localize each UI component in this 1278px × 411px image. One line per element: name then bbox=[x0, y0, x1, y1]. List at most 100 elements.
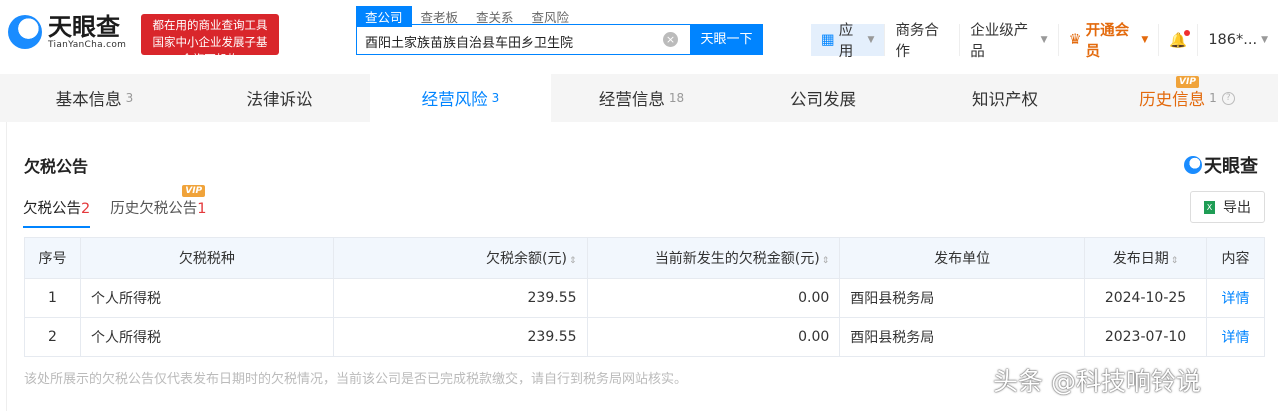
crown-icon: ♛ bbox=[1068, 32, 1082, 48]
user-menu[interactable]: 186*... ▼ bbox=[1198, 24, 1278, 56]
tab-label: 基本信息 bbox=[55, 90, 122, 109]
subtab-label: 历史欠税公告 bbox=[110, 201, 198, 217]
cell-new-amount: 0.00 bbox=[586, 317, 841, 357]
apps-label: 应用 bbox=[838, 23, 854, 60]
vip-badge: VIP bbox=[1176, 76, 1199, 88]
tab-ip[interactable]: 知识产权 bbox=[914, 74, 1096, 122]
cell-new-amount: 0.00 bbox=[586, 278, 841, 318]
col-publisher: 发布单位 bbox=[839, 237, 1086, 279]
tab-history[interactable]: VIP 历史信息 1? bbox=[1096, 74, 1278, 122]
caret-down-icon: ▼ bbox=[867, 35, 875, 45]
subtab-count: 1 bbox=[197, 201, 207, 217]
col-new-amount[interactable]: 当前新发生的欠税金额(元) ⇕ bbox=[586, 237, 841, 279]
business-link[interactable]: 商务合作 bbox=[885, 23, 961, 60]
tab-count: 1 bbox=[1209, 91, 1217, 105]
tab-label: 经营风险 bbox=[421, 90, 488, 109]
tab-count: 18 bbox=[668, 91, 685, 105]
sort-icon: ⇕ bbox=[1170, 256, 1179, 266]
disclaimer-note: 该处所展示的欠税公告仅代表发布日期时的欠税情况，当前该公司是否已完成税款缴交，请… bbox=[24, 372, 688, 387]
col-label: 欠税余额(元) bbox=[486, 251, 567, 267]
grid-icon: ▦ bbox=[821, 32, 835, 48]
tab-business-info[interactable]: 经营信息 18 bbox=[551, 74, 732, 122]
tab-legal[interactable]: 法律诉讼 bbox=[189, 74, 370, 122]
cell-tax-type: 个人所得税 bbox=[79, 317, 334, 357]
col-balance[interactable]: 欠税余额(元) ⇕ bbox=[332, 237, 588, 279]
cell-publisher: 酉阳县税务局 bbox=[839, 278, 1086, 318]
col-label: 当前新发生的欠税金额(元) bbox=[654, 251, 820, 267]
tab-count: 3 bbox=[491, 91, 500, 105]
caret-down-icon: ▼ bbox=[1261, 35, 1268, 45]
cell-date: 2023-07-10 bbox=[1084, 317, 1207, 357]
tab-development[interactable]: 公司发展 bbox=[732, 74, 914, 122]
logo[interactable]: 天眼查 TianYanCha.com bbox=[8, 14, 126, 50]
tab-count: 3 bbox=[125, 91, 134, 105]
logo-icon bbox=[1184, 156, 1202, 174]
clear-icon[interactable]: × bbox=[663, 32, 678, 47]
cell-date: 2024-10-25 bbox=[1084, 278, 1207, 318]
sub-tabs: 欠税公告2 VIP 历史欠税公告1 bbox=[23, 185, 207, 228]
tab-label: 历史信息 bbox=[1139, 90, 1206, 109]
tab-business-risk[interactable]: 经营风险 3 bbox=[370, 74, 551, 122]
unread-dot bbox=[1184, 29, 1191, 36]
enterprise-label: 企业级产品 bbox=[970, 23, 1029, 60]
brand-logo: 天眼查 bbox=[1184, 152, 1258, 178]
tab-label: 法律诉讼 bbox=[246, 90, 313, 109]
col-tax-type: 欠税税种 bbox=[79, 237, 334, 279]
slogan-banner: 都在用的商业查询工具国家中小企业发展子基金旗下机构 bbox=[141, 14, 279, 66]
export-button[interactable]: X 导出 bbox=[1190, 191, 1265, 223]
sort-icon: ⇕ bbox=[568, 256, 577, 266]
logo-text: 天眼查 bbox=[48, 13, 120, 41]
tab-label: 知识产权 bbox=[972, 90, 1038, 109]
vip-menu[interactable]: ♛ 开通会员 ▼ bbox=[1059, 23, 1160, 60]
user-label: 186*... bbox=[1208, 32, 1258, 48]
header: 天眼查 TianYanCha.com 都在用的商业查询工具国家中小企业发展子基金旗… bbox=[0, 0, 1278, 72]
sort-icon: ⇕ bbox=[821, 256, 830, 266]
tab-basic-info[interactable]: 基本信息 3 bbox=[0, 74, 189, 122]
details-link[interactable]: 详情 bbox=[1205, 278, 1266, 318]
help-icon[interactable]: ? bbox=[1221, 91, 1235, 105]
cell-index: 2 bbox=[24, 317, 81, 357]
cell-index: 1 bbox=[24, 278, 81, 318]
tab-label: 公司发展 bbox=[790, 90, 856, 109]
cell-balance: 239.55 bbox=[332, 278, 588, 318]
bell-icon: 🔔 bbox=[1169, 29, 1191, 49]
details-link[interactable]: 详情 bbox=[1205, 317, 1266, 357]
apps-menu[interactable]: ▦ 应用 ▼ bbox=[811, 23, 886, 60]
logo-icon bbox=[8, 15, 42, 49]
col-date[interactable]: 发布日期 ⇕ bbox=[1084, 237, 1207, 279]
subtab-count: 2 bbox=[81, 201, 91, 217]
vip-label: 开通会员 bbox=[1085, 23, 1130, 60]
col-content: 内容 bbox=[1205, 237, 1266, 279]
logo-domain: TianYanCha.com bbox=[48, 40, 127, 50]
top-nav: ▦ 应用 ▼ 商务合作 企业级产品 ▼ ♛ 开通会员 ▼ 🔔 186*... ▼ bbox=[811, 23, 1278, 60]
table-row: 1 个人所得税 239.55 0.00 酉阳县税务局 2024-10-25 详情 bbox=[24, 278, 1266, 318]
slogan-line: 都在用的商业查询工具 bbox=[152, 18, 268, 32]
slogan-line: 国家中小企业发展子基金旗下机构 bbox=[152, 35, 268, 66]
col-label: 发布日期 bbox=[1112, 251, 1169, 267]
search-value: 酉阳土家族苗族自治县车田乡卫生院 bbox=[365, 36, 574, 51]
subtab-history-tax-notice[interactable]: VIP 历史欠税公告1 bbox=[110, 185, 207, 228]
tax-table: 序号 欠税税种 欠税余额(元) ⇕ 当前新发生的欠税金额(元) ⇕ 发布单位 发布日… bbox=[24, 237, 1266, 357]
col-index: 序号 bbox=[24, 237, 81, 279]
cell-publisher: 酉阳县税务局 bbox=[839, 317, 1086, 357]
caret-down-icon: ▼ bbox=[1141, 35, 1149, 45]
caret-down-icon: ▼ bbox=[1040, 35, 1048, 45]
notifications-button[interactable]: 🔔 bbox=[1159, 24, 1199, 56]
vip-badge: VIP bbox=[182, 185, 206, 197]
table-header: 序号 欠税税种 欠税余额(元) ⇕ 当前新发生的欠税金额(元) ⇕ 发布单位 发布日… bbox=[24, 237, 1266, 279]
search-button[interactable]: 天眼一下 bbox=[690, 24, 763, 55]
tab-label: 经营信息 bbox=[598, 90, 665, 109]
cell-tax-type: 个人所得税 bbox=[79, 278, 334, 318]
cell-balance: 239.55 bbox=[332, 317, 588, 357]
main-tabs: 基本信息 3 法律诉讼 经营风险 3 经营信息 18 公司发展 知识产权 VIP 历史信… bbox=[0, 74, 1278, 122]
export-label: 导出 bbox=[1223, 200, 1251, 216]
subtab-tax-notice[interactable]: 欠税公告2 bbox=[23, 197, 91, 228]
search-input[interactable]: 酉阳土家族苗族自治县车田乡卫生院 × bbox=[356, 24, 690, 55]
table-row: 2 个人所得税 239.55 0.00 酉阳县税务局 2023-07-10 详情 bbox=[24, 317, 1266, 357]
subtab-label: 欠税公告 bbox=[23, 201, 81, 217]
brand-text: 天眼查 bbox=[1204, 156, 1258, 177]
excel-icon: X bbox=[1204, 200, 1215, 214]
section-title: 欠税公告 bbox=[24, 157, 89, 176]
enterprise-menu[interactable]: 企业级产品 ▼ bbox=[960, 23, 1059, 60]
watermark: 头条 @科技响铃说 bbox=[993, 367, 1201, 396]
